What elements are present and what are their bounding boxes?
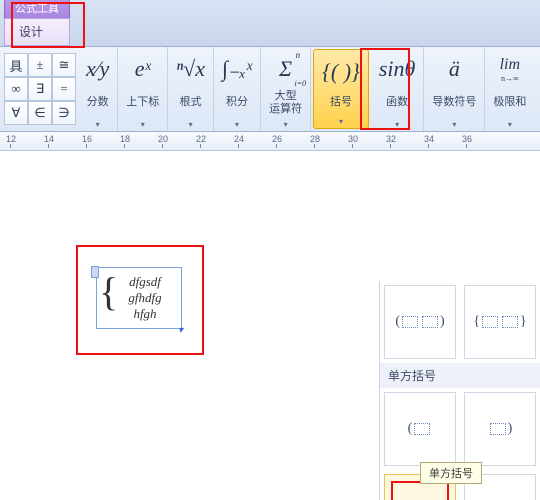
ribbon-icon: ⁿ√x (176, 51, 205, 87)
ribbon: 具 ± ≅ ∞ ∃ = ∀ ∈ ∋ x⁄y分数▾eˣ上下标▾ⁿ√x根式▾∫₋ₓˣ… (0, 47, 540, 132)
equation-line: gfhdfg (113, 290, 177, 306)
ribbon-根式[interactable]: ⁿ√x 根式 ▾ (168, 47, 214, 131)
ruler-mark: 32 (386, 134, 396, 144)
ruler-mark: 12 (6, 134, 16, 144)
ribbon-label: 函数 (386, 96, 408, 109)
dropdown-arrow-icon: ▾ (189, 120, 193, 129)
ribbon-icon: ä (449, 51, 460, 87)
ruler: 12 14 16 18 20 22 24 26 28 30 32 34 36 (0, 132, 540, 151)
dropdown-arrow-icon: ▾ (141, 120, 145, 129)
sym[interactable]: ∃ (28, 77, 52, 101)
equation-object[interactable]: { dfgsdf gfhdfg hfgh ▾ (96, 267, 182, 329)
tooltip: 单方括号 (420, 462, 482, 484)
placeholder-icon (402, 316, 418, 328)
dropdown-arrow-icon: ▾ (395, 120, 399, 129)
ribbon-icon: x⁄y (86, 51, 109, 87)
ribbon-label: 括号 (330, 96, 352, 109)
bracket-option[interactable]: () (384, 285, 456, 359)
tab-group-title: 公式工具 (4, 0, 70, 18)
equation-line: dfgsdf (113, 274, 177, 290)
ruler-mark: 34 (424, 134, 434, 144)
ruler-mark: 24 (234, 134, 244, 144)
ruler-mark: 30 (348, 134, 358, 144)
ribbon-icon: eˣ (135, 51, 151, 87)
ribbon-icon: Σni=0 (279, 51, 292, 87)
ribbon-极限和[interactable]: limn→∞ 极限和 ▾ (485, 47, 534, 131)
placeholder-icon (482, 316, 498, 328)
equation-handle[interactable] (91, 266, 99, 278)
sym[interactable]: ∞ (4, 77, 28, 101)
dropdown-arrow-icon: ▾ (508, 120, 512, 129)
ruler-mark: 28 (310, 134, 320, 144)
ribbon-函数[interactable]: sinθ 函数 ▾ (371, 47, 424, 131)
document-area: { dfgsdf gfhdfg hfgh ▾ (){}单方括号(){} (0, 151, 540, 500)
bracket-option[interactable]: ( (384, 392, 456, 466)
ribbon-label: 极限和 (493, 96, 526, 109)
bracket-option[interactable]: {} (464, 285, 536, 359)
dropdown-arrow-icon: ▾ (284, 120, 288, 129)
sym[interactable]: ± (28, 53, 52, 77)
sym[interactable]: ∀ (4, 101, 28, 125)
tab-design[interactable]: 设计 (4, 18, 70, 46)
ruler-mark: 18 (120, 134, 130, 144)
bracket-option[interactable]: ) (464, 392, 536, 466)
placeholder-icon (414, 423, 430, 435)
placeholder-icon (422, 316, 438, 328)
sym[interactable]: = (52, 77, 76, 101)
ruler-mark: 26 (272, 134, 282, 144)
ruler-mark: 36 (462, 134, 472, 144)
ribbon-分数[interactable]: x⁄y 分数 ▾ (78, 47, 118, 131)
ribbon-icon: {( )} (322, 54, 360, 90)
ribbon-icon: sinθ (379, 51, 415, 87)
ribbon-icon: ∫₋ₓˣ (222, 51, 252, 87)
ribbon-label: 积分 (226, 96, 248, 109)
ribbon-括号[interactable]: {( )} 括号 ▾ (313, 49, 369, 129)
ribbon-label: 导数符号 (432, 96, 476, 109)
sym[interactable]: ∋ (52, 101, 76, 125)
equation-menu-arrow[interactable]: ▾ (178, 325, 183, 336)
ribbon-label: 根式 (180, 96, 202, 109)
gallery-section-header: 单方括号 (380, 363, 540, 388)
sym[interactable]: 具 (4, 53, 28, 77)
tab-bar: 公式工具 设计 (0, 0, 540, 47)
ruler-mark: 16 (82, 134, 92, 144)
sym[interactable]: ∈ (28, 101, 52, 125)
ribbon-大型运算符[interactable]: Σni=0 大型运算符 ▾ (261, 47, 311, 131)
placeholder-icon (490, 423, 506, 435)
ribbon-label: 大型运算符 (269, 90, 302, 116)
placeholder-icon (502, 316, 518, 328)
ribbon-上下标[interactable]: eˣ 上下标 ▾ (118, 47, 168, 131)
ruler-mark: 22 (196, 134, 206, 144)
ruler-mark: 14 (44, 134, 54, 144)
dropdown-arrow-icon: ▾ (452, 120, 456, 129)
ribbon-label: 上下标 (126, 96, 159, 109)
dropdown-arrow-icon: ▾ (96, 120, 100, 129)
ribbon-导数符号[interactable]: ä 导数符号 ▾ (424, 47, 485, 131)
ribbon-label: 分数 (87, 96, 109, 109)
brace-icon: { (99, 272, 118, 312)
ruler-mark: 20 (158, 134, 168, 144)
dropdown-arrow-icon: ▾ (339, 117, 343, 126)
symbol-grid: 具 ± ≅ ∞ ∃ = ∀ ∈ ∋ (0, 47, 78, 131)
ribbon-icon: limn→∞ (500, 51, 520, 87)
ribbon-积分[interactable]: ∫₋ₓˣ 积分 ▾ (214, 47, 261, 131)
equation-line: hfgh (113, 306, 177, 322)
dropdown-arrow-icon: ▾ (235, 120, 239, 129)
sym[interactable]: ≅ (52, 53, 76, 77)
